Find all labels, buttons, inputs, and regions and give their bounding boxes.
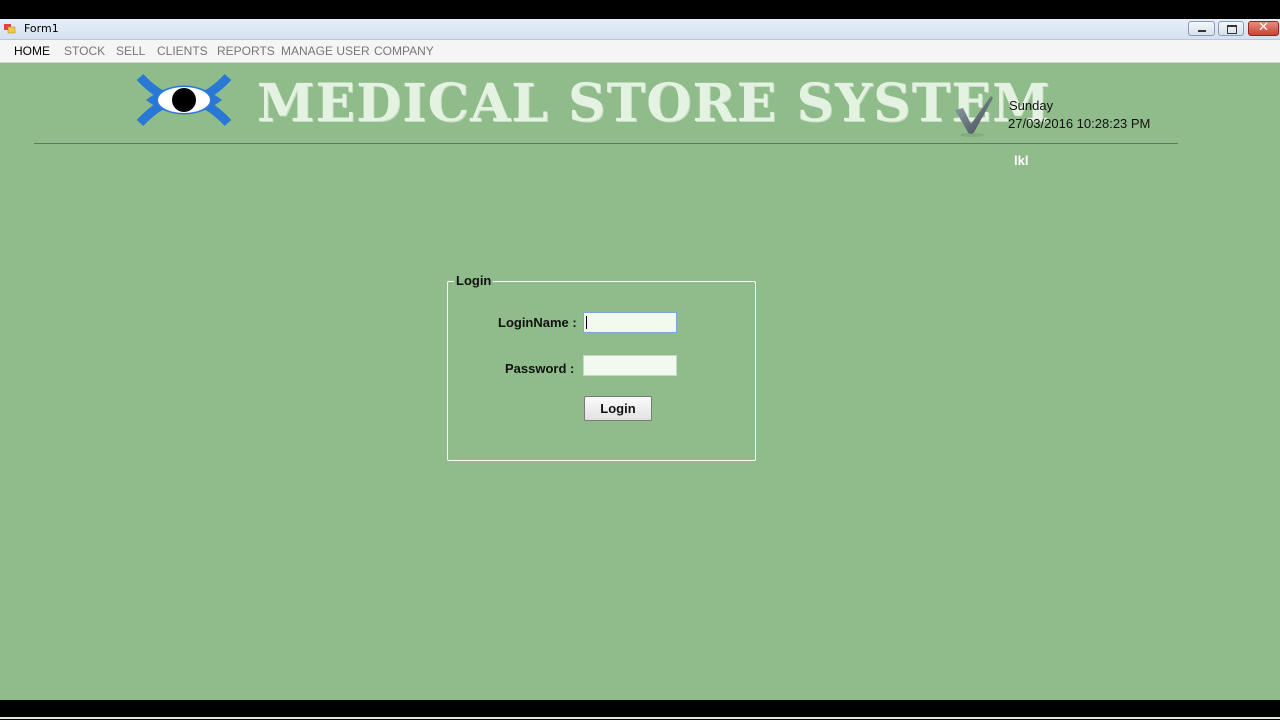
- login-group: Login LoginName : Password : Login: [447, 273, 756, 461]
- text-caret: [586, 316, 587, 329]
- menu-item-clients[interactable]: CLIENTS: [157, 44, 208, 58]
- header-divider: [34, 143, 1178, 144]
- restore-icon: [1227, 25, 1237, 34]
- screen: Form1 ✕ HOME STOCK SELL CLIENTS REPORTS …: [0, 0, 1280, 720]
- menu-item-manage-user[interactable]: MANAGE USER: [281, 44, 370, 58]
- menu-item-home[interactable]: HOME: [14, 44, 50, 58]
- menu-item-reports[interactable]: REPORTS: [217, 44, 275, 58]
- menu-bar: HOME STOCK SELL CLIENTS REPORTS MANAGE U…: [0, 40, 1280, 63]
- form-icon: [4, 24, 16, 34]
- menu-item-sell[interactable]: SELL: [116, 44, 145, 58]
- app-window: Form1 ✕ HOME STOCK SELL CLIENTS REPORTS …: [0, 19, 1280, 719]
- menu-item-company[interactable]: COMPANY: [374, 44, 434, 58]
- day-label: Sunday: [1009, 98, 1054, 113]
- login-group-title: Login: [454, 273, 494, 288]
- menu-item-stock[interactable]: STOCK: [64, 44, 105, 58]
- minimize-button[interactable]: [1188, 21, 1215, 36]
- login-button[interactable]: Login: [584, 396, 652, 421]
- password-input[interactable]: [583, 355, 677, 376]
- window-title: Form1: [24, 22, 59, 35]
- close-button[interactable]: ✕: [1248, 20, 1279, 36]
- window-bottom-edge: [0, 717, 1280, 719]
- login-name-input[interactable]: [583, 312, 677, 333]
- restore-button[interactable]: [1218, 21, 1244, 36]
- datetime-label: 27/03/2016 10:28:23 PM: [1008, 116, 1151, 131]
- password-label: Password :: [505, 361, 575, 376]
- current-user-label: lkl: [1014, 153, 1029, 168]
- eye-logo-icon: [136, 73, 232, 127]
- title-bar[interactable]: Form1 ✕: [0, 19, 1280, 40]
- close-icon: ✕: [1258, 20, 1269, 35]
- app-title: MEDICAL STORE SYSTEM: [257, 73, 1051, 134]
- minimize-icon: [1198, 30, 1206, 32]
- checkmark-logo-icon: [955, 96, 993, 137]
- login-name-label: LoginName :: [498, 315, 577, 330]
